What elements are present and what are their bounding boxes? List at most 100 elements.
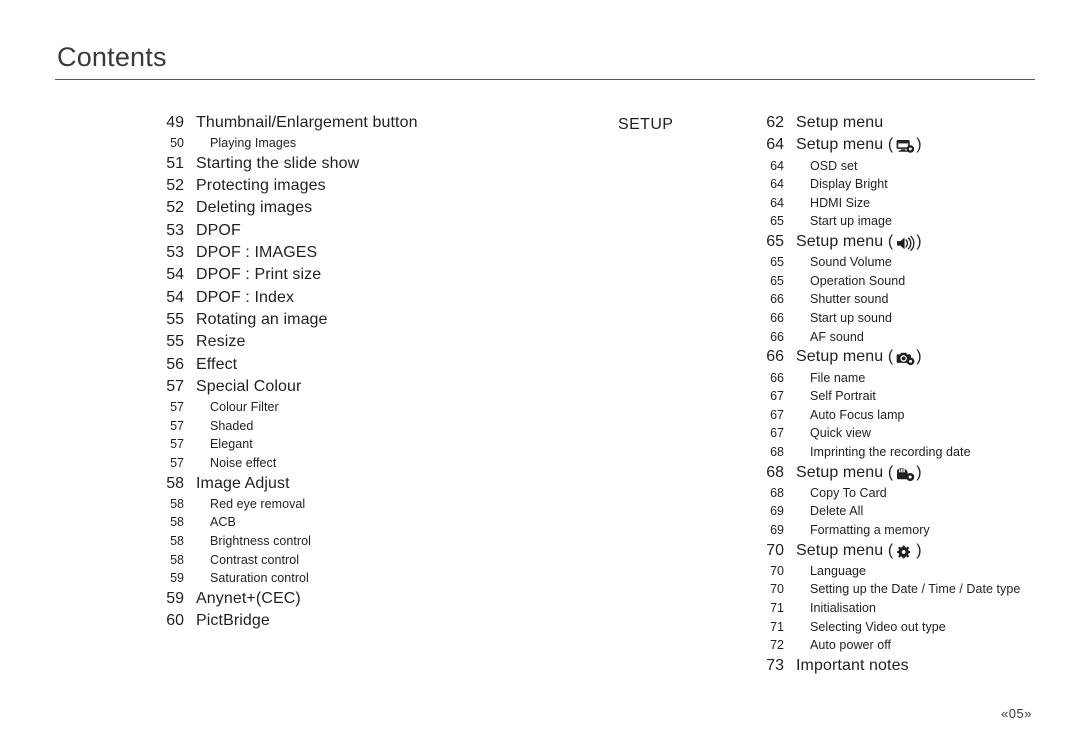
toc-entry-label: DPOF : Print size (196, 266, 322, 284)
toc-entry[interactable]: 64 OSD set (750, 157, 1070, 176)
toc-entry[interactable]: 64 HDMI Size (750, 194, 1070, 213)
toc-entry-label: Language (810, 563, 867, 578)
toc-entry-page-number: 52 (166, 177, 184, 195)
toc-entry-label: Setup menu () (796, 540, 922, 562)
toc-entry[interactable]: 59 Saturation control (150, 569, 570, 588)
toc-entry-page-number: 64 (766, 136, 784, 154)
toc-entry[interactable]: 57 Shaded (150, 417, 570, 436)
toc-entry[interactable]: 69 Delete All (750, 502, 1070, 521)
toc-entry[interactable]: 73 Important notes (750, 655, 1070, 677)
toc-entry[interactable]: 57 Noise effect (150, 454, 570, 473)
toc-entry-page-number: 52 (166, 199, 184, 217)
toc-entry-label: Operation Sound (810, 273, 906, 288)
toc-entry[interactable]: 66 File name (750, 369, 1070, 388)
toc-entry-label-text: Setup menu (796, 232, 884, 250)
toc-entry[interactable]: 59 Anynet+(CEC) (150, 588, 570, 610)
camera-settings-icon (896, 351, 915, 366)
toc-entry[interactable]: 57 Special Colour (150, 376, 570, 398)
toc-entry-label: Setup menu () (796, 462, 922, 484)
toc-entry-page-number: 70 (770, 563, 784, 578)
toc-entry-page-number: 65 (766, 232, 784, 250)
toc-entry-page-number: 65 (770, 214, 784, 229)
toc-entry[interactable]: 58 ACB (150, 513, 570, 532)
toc-entry-page-number: 69 (770, 522, 784, 537)
toc-entry-icon-group: () (888, 134, 922, 156)
toc-entry[interactable]: 65 Sound Volume (750, 253, 1070, 272)
toc-entry[interactable]: 54 DPOF : Index (150, 287, 570, 309)
toc-entry-label: Shutter sound (810, 292, 889, 307)
toc-entry[interactable]: 67 Self Portrait (750, 387, 1070, 406)
toc-entry[interactable]: 60 PictBridge (150, 610, 570, 632)
toc-entry[interactable]: 58 Red eye removal (150, 495, 570, 514)
toc-entry-label: Auto power off (810, 638, 892, 653)
toc-entry-page-number: 55 (166, 333, 184, 351)
toc-entry[interactable]: 64 Setup menu () (750, 134, 1070, 156)
toc-entry[interactable]: 53 DPOF (150, 220, 570, 242)
toc-entry-page-number: 65 (770, 273, 784, 288)
toc-entry[interactable]: 52 Deleting images (150, 197, 570, 219)
toc-entry[interactable]: 55 Resize (150, 331, 570, 353)
toc-entry-label: Setup menu () (796, 134, 922, 156)
toc-entry[interactable]: 71 Selecting Video out type (750, 618, 1070, 637)
header-divider (55, 79, 1035, 80)
page-title: Contents (57, 42, 167, 72)
paren-close: ) (916, 232, 922, 250)
toc-entry-page-number: 66 (770, 329, 784, 344)
toc-entry[interactable]: 66 AF sound (750, 328, 1070, 347)
toc-entry-label: DPOF : IMAGES (196, 244, 318, 262)
toc-entry[interactable]: 72 Auto power off (750, 636, 1070, 655)
toc-entry[interactable]: 58 Image Adjust (150, 473, 570, 495)
toc-entry-label: Noise effect (210, 455, 277, 470)
toc-entry[interactable]: 69 Formatting a memory (750, 521, 1070, 540)
toc-entry-page-number: 56 (166, 355, 184, 373)
toc-entry-label: Playing Images (210, 136, 297, 151)
toc-entry[interactable]: 62 Setup menu (750, 112, 1070, 134)
paren-open: ( (887, 463, 894, 481)
toc-entry-page-number: 68 (770, 485, 784, 500)
toc-entry[interactable]: 49 Thumbnail/Enlargement button (150, 112, 570, 134)
toc-entry[interactable]: 65 Operation Sound (750, 272, 1070, 291)
toc-entry-label: Imprinting the recording date (810, 444, 971, 459)
toc-entry[interactable]: 67 Auto Focus lamp (750, 406, 1070, 425)
toc-entry-page-number: 68 (766, 463, 784, 481)
toc-entry[interactable]: 66 Shutter sound (750, 290, 1070, 309)
toc-entry[interactable]: 66 Setup menu () (750, 346, 1070, 368)
toc-entry-page-number: 65 (770, 255, 784, 270)
toc-entry[interactable]: 52 Protecting images (150, 175, 570, 197)
toc-entry[interactable]: 66 Start up sound (750, 309, 1070, 328)
toc-entry[interactable]: 57 Elegant (150, 435, 570, 454)
toc-entry-label-text: Setup menu (796, 541, 884, 559)
toc-entry[interactable]: 71 Initialisation (750, 599, 1070, 618)
toc-entry[interactable]: 65 Start up image (750, 212, 1070, 231)
toc-entry[interactable]: 68 Copy To Card (750, 484, 1070, 503)
toc-entry[interactable]: 54 DPOF : Print size (150, 264, 570, 286)
toc-entry-label: Selecting Video out type (810, 619, 946, 634)
toc-entry[interactable]: 67 Quick view (750, 424, 1070, 443)
toc-entry-page-number: 60 (166, 612, 184, 630)
toc-entry[interactable]: 55 Rotating an image (150, 309, 570, 331)
toc-entry-page-number: 58 (166, 474, 184, 492)
toc-entry-page-number: 59 (166, 589, 184, 607)
toc-entry-page-number: 66 (770, 311, 784, 326)
toc-entry[interactable]: 70 Setup menu () (750, 540, 1070, 562)
toc-entry-label: Protecting images (196, 177, 326, 195)
toc-entry-label: Self Portrait (810, 389, 876, 404)
toc-entry[interactable]: 70 Setting up the Date / Time / Date type (750, 580, 1070, 599)
toc-entry[interactable]: 68 Imprinting the recording date (750, 443, 1070, 462)
toc-entry[interactable]: 65 Setup menu () (750, 231, 1070, 253)
toc-entry[interactable]: 70 Language (750, 562, 1070, 581)
toc-entry[interactable]: 56 Effect (150, 354, 570, 376)
toc-entry[interactable]: 53 DPOF : IMAGES (150, 242, 570, 264)
paren-open: ( (887, 136, 894, 154)
toc-entry[interactable]: 64 Display Bright (750, 175, 1070, 194)
toc-entry[interactable]: 50 Playing Images (150, 134, 570, 153)
toc-entry[interactable]: 57 Colour Filter (150, 398, 570, 417)
toc-entry[interactable]: 58 Brightness control (150, 532, 570, 551)
toc-entry[interactable]: 68 Setup menu () (750, 462, 1070, 484)
toc-entry-label: Elegant (210, 437, 253, 452)
toc-entry-label: Effect (196, 355, 238, 373)
toc-entry[interactable]: 58 Contrast control (150, 551, 570, 570)
toc-entry-page-number: 69 (770, 504, 784, 519)
toc-entry[interactable]: 51 Starting the slide show (150, 153, 570, 175)
toc-entry-label: Rotating an image (196, 310, 328, 328)
